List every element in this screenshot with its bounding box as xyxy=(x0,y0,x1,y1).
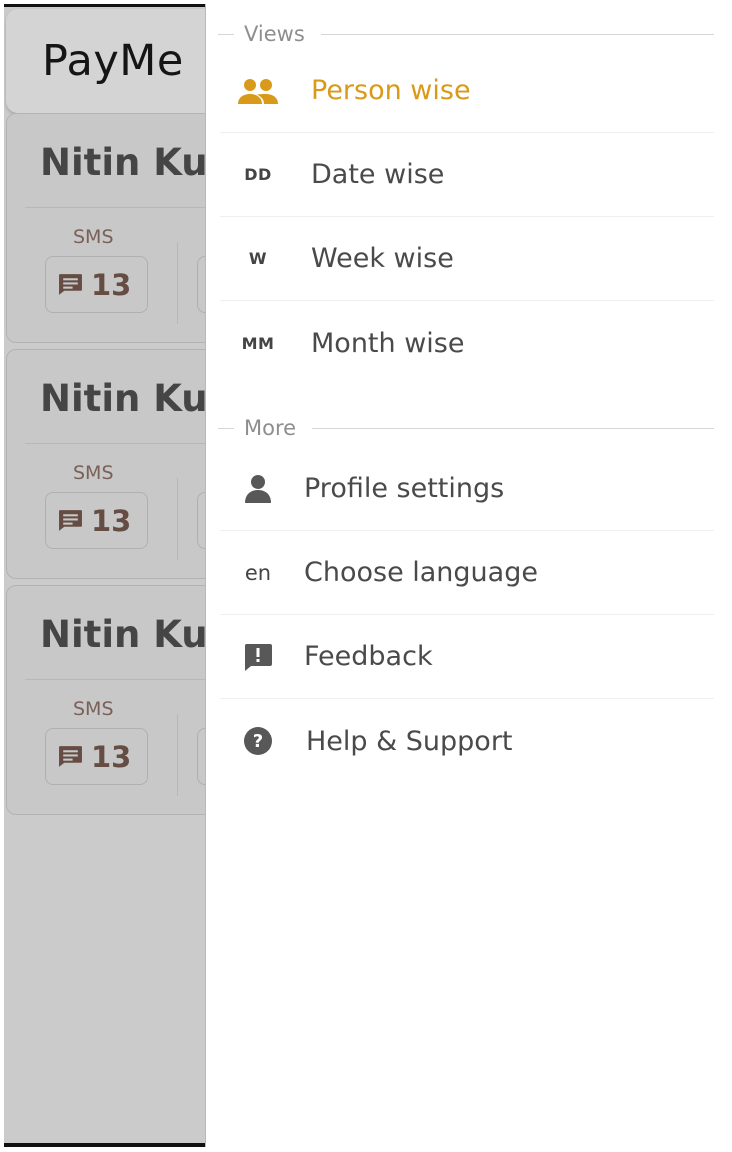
section-divider xyxy=(320,33,714,35)
menu-item-date-wise[interactable]: DD Date wise xyxy=(220,133,714,217)
menu-item-choose-language[interactable]: en Choose language xyxy=(220,531,714,615)
section-divider xyxy=(218,427,234,429)
menu-label: Feedback xyxy=(304,641,433,672)
svg-text:?: ? xyxy=(253,731,263,752)
menu-label: Date wise xyxy=(311,159,445,190)
sms-label: SMS xyxy=(73,462,114,484)
dd-icon: DD xyxy=(220,165,296,184)
menu-label: Month wise xyxy=(311,327,465,359)
w-icon-text: W xyxy=(248,249,268,268)
help-icon: ? xyxy=(220,726,296,756)
menu-item-person-wise[interactable]: Person wise xyxy=(220,49,714,133)
w-icon: W xyxy=(220,249,296,268)
menu-item-feedback[interactable]: Feedback xyxy=(220,615,714,699)
message-icon xyxy=(59,746,82,767)
views-section-header: Views xyxy=(218,19,714,49)
language-icon: en xyxy=(220,561,296,585)
message-icon xyxy=(59,510,82,531)
menu-label: Choose language xyxy=(304,557,538,588)
menu-item-month-wise[interactable]: MM Month wise xyxy=(220,301,714,385)
menu-label: Person wise xyxy=(311,75,471,106)
dd-icon-text: DD xyxy=(244,165,272,184)
message-icon xyxy=(59,274,82,295)
views-section-label: Views xyxy=(244,22,305,46)
more-section-label: More xyxy=(244,416,297,440)
menu-item-help-support[interactable]: ? Help & Support xyxy=(220,699,714,783)
mm-icon-text: MM xyxy=(241,333,275,353)
section-divider xyxy=(312,427,714,429)
menu-label: Profile settings xyxy=(304,473,505,504)
person-icon xyxy=(220,474,296,504)
sms-count-button[interactable]: 13 xyxy=(45,256,148,313)
sms-label: SMS xyxy=(73,698,114,720)
feedback-icon xyxy=(220,642,296,672)
menu-item-week-wise[interactable]: W Week wise xyxy=(220,217,714,301)
mm-icon: MM xyxy=(220,334,296,353)
sms-label: SMS xyxy=(73,226,114,248)
sms-count: 13 xyxy=(91,739,132,774)
language-icon-text: en xyxy=(244,560,272,585)
card-separator xyxy=(177,478,178,560)
navigation-drawer: Views Person wise DD Date wise W Week wi… xyxy=(205,4,728,1147)
people-icon xyxy=(220,77,296,105)
menu-label: Week wise xyxy=(311,243,454,274)
sms-count: 13 xyxy=(91,503,132,538)
menu-label: Help & Support xyxy=(306,725,513,757)
card-separator xyxy=(177,714,178,796)
more-section-header: More xyxy=(218,413,714,443)
card-separator xyxy=(177,242,178,324)
sms-count-button[interactable]: 13 xyxy=(45,492,148,549)
sms-count: 13 xyxy=(91,267,132,302)
section-divider xyxy=(218,33,234,35)
menu-item-profile-settings[interactable]: Profile settings xyxy=(220,447,714,531)
sms-count-button[interactable]: 13 xyxy=(45,728,148,785)
app-title: PayMe xyxy=(42,36,184,86)
